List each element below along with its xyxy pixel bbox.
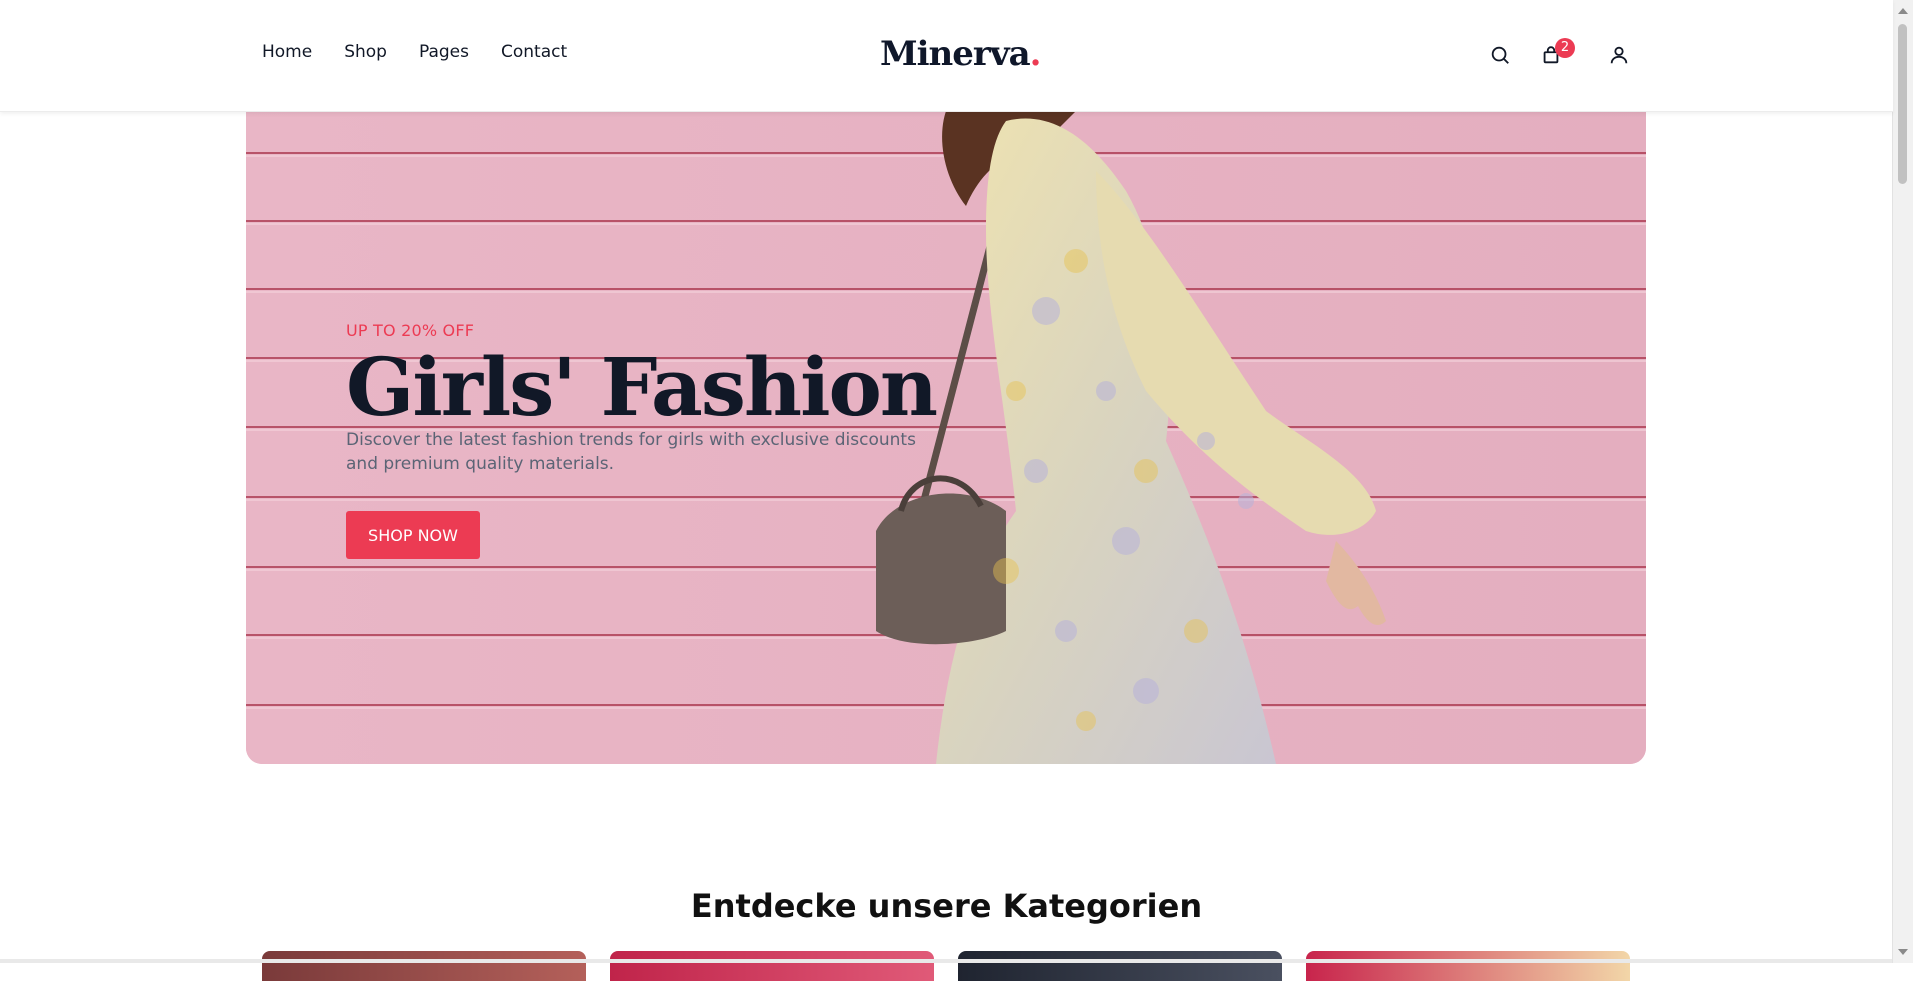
nav-shop[interactable]: Shop [344, 42, 387, 62]
category-cards [262, 951, 1630, 981]
logo-dot: . [1029, 34, 1042, 74]
hero-text: UP TO 20% OFF Girls' Fashion Discover th… [346, 321, 946, 476]
site-header: Home Shop Pages Contact Minerva. 2 [0, 0, 1893, 112]
scroll-down-icon[interactable] [1898, 949, 1908, 955]
shop-now-button[interactable]: SHOP NOW [346, 511, 480, 559]
categories-title: Entdecke unsere Kategorien [690, 887, 1203, 925]
scroll-up-icon[interactable] [1898, 8, 1908, 14]
nav-home[interactable]: Home [262, 42, 312, 62]
category-card[interactable] [610, 951, 934, 981]
category-card[interactable] [262, 951, 586, 981]
vertical-scrollbar[interactable] [1892, 0, 1913, 963]
cart-count-badge: 2 [1555, 38, 1575, 58]
search-icon[interactable] [1489, 44, 1511, 66]
user-icon[interactable] [1608, 44, 1630, 66]
category-card[interactable] [958, 951, 1282, 981]
hero-eyebrow: UP TO 20% OFF [346, 321, 475, 340]
horizontal-scrollbar[interactable] [0, 959, 1893, 963]
nav-contact[interactable]: Contact [501, 42, 567, 62]
scroll-thumb[interactable] [1898, 24, 1907, 184]
main-nav: Home Shop Pages Contact [262, 42, 567, 62]
hero-banner: UP TO 20% OFF Girls' Fashion Discover th… [246, 111, 1646, 764]
hero-subtitle: Discover the latest fashion trends for g… [346, 430, 916, 474]
logo-text: Minerva [880, 34, 1031, 74]
category-card[interactable] [1306, 951, 1630, 981]
hero-title: Girls' Fashion [346, 340, 938, 434]
site-logo[interactable]: Minerva. [880, 34, 1042, 74]
nav-pages[interactable]: Pages [419, 42, 469, 62]
